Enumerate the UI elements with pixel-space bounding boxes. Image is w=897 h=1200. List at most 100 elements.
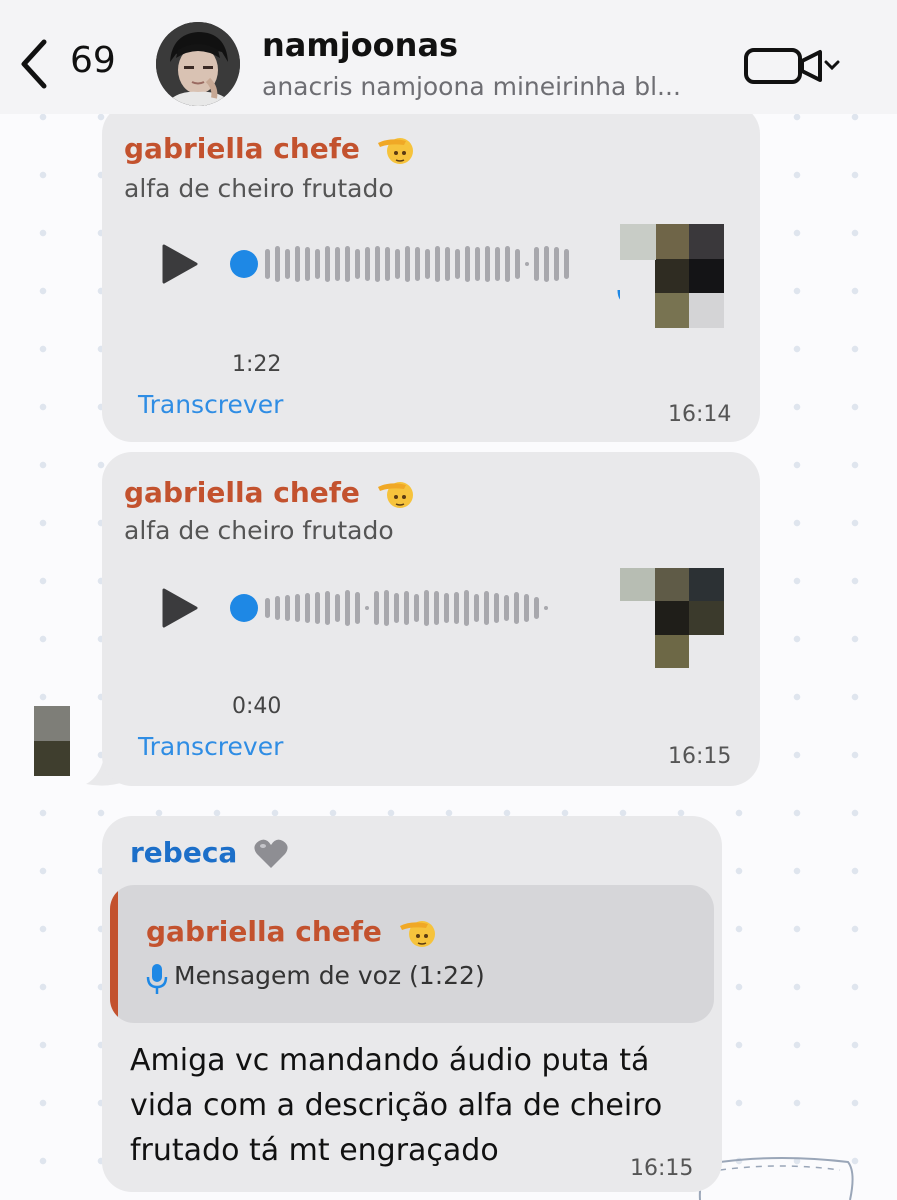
waveform-bar	[275, 596, 280, 620]
waveform-bar	[365, 606, 369, 610]
waveform-bar	[475, 247, 480, 281]
sender-name[interactable]: gabriella chefe	[124, 132, 414, 167]
quoted-text: Mensagem de voz (1:22)	[174, 961, 485, 990]
waveform-bar	[414, 594, 419, 622]
microphone-icon	[146, 964, 168, 994]
playhead[interactable]	[230, 250, 258, 278]
chat-header: 69 namjoonas anacris namjoona mineirinha…	[0, 0, 897, 114]
message-caption: alfa de cheiro frutado	[124, 516, 394, 545]
waveform-bar	[394, 593, 399, 623]
transcribe-button[interactable]: Transcrever	[138, 390, 283, 419]
waveform-bar	[444, 593, 449, 623]
waveform-bar	[415, 247, 420, 281]
waveform-bar	[295, 594, 300, 622]
waveform-bar	[524, 594, 529, 622]
waveform-bar	[504, 595, 509, 621]
waveform-bar	[454, 592, 459, 624]
sender-name[interactable]: rebeca	[130, 836, 289, 870]
waveform-bar	[465, 246, 470, 282]
quote-stripe	[110, 885, 118, 1023]
message-text: Amiga vc mandando áudio puta tá vida com…	[130, 1043, 663, 1168]
waveform-bar	[404, 591, 409, 625]
waveform-bar	[525, 262, 529, 266]
waveform-bar	[445, 247, 450, 281]
waveform-bar	[464, 590, 469, 626]
saluting-face-emoji	[377, 138, 413, 164]
sender-avatar-small[interactable]	[34, 706, 70, 776]
waveform-bar	[514, 592, 519, 624]
waveform-bar	[544, 246, 549, 282]
chevron-left-icon[interactable]	[16, 36, 56, 92]
waveform-bar	[395, 249, 400, 279]
message-time: 16:14	[668, 402, 732, 427]
waveform-bar	[355, 592, 360, 624]
voice-message-bubble[interactable]: gabriella chefe alfa de cheiro frutado 1…	[102, 104, 760, 442]
message-time: 16:15	[630, 1156, 694, 1181]
waveform-bar	[424, 590, 429, 626]
transcribe-button[interactable]: Transcrever	[138, 732, 283, 761]
waveform-bar	[505, 246, 510, 282]
grey-heart-emoji	[254, 839, 288, 868]
waveform-bar	[315, 592, 320, 624]
audio-duration: 1:22	[232, 352, 282, 377]
waveform-bar	[455, 249, 460, 279]
audio-waveform[interactable]	[230, 583, 548, 633]
audio-waveform[interactable]	[230, 239, 569, 289]
waveform-bar	[365, 247, 370, 281]
playhead[interactable]	[230, 594, 258, 622]
waveform-bar	[485, 246, 490, 282]
waveform-bar	[285, 249, 290, 279]
waveform-bar	[335, 247, 340, 281]
waveform-bar	[265, 249, 270, 279]
waveform-bar	[345, 246, 350, 282]
quoted-sender: gabriella chefe	[146, 915, 436, 950]
waveform-bar	[495, 247, 500, 281]
waveform-bar	[385, 247, 390, 281]
waveform-bar	[564, 249, 569, 279]
waveform-bar	[474, 594, 479, 622]
chevron-down-icon	[824, 60, 840, 71]
waveform-bar	[515, 249, 520, 279]
waveform-bar	[405, 246, 410, 282]
waveform-bar	[355, 249, 360, 279]
waveform-bar	[374, 591, 379, 625]
video-camera-icon[interactable]	[744, 44, 840, 88]
waveform-bar	[375, 246, 380, 282]
waveform-bar	[484, 591, 489, 625]
waveform-bar	[325, 246, 330, 282]
audio-duration: 0:40	[232, 694, 282, 719]
waveform-bar	[384, 590, 389, 626]
waveform-bar	[434, 591, 439, 625]
waveform-bar	[534, 597, 539, 619]
unread-count[interactable]: 69	[70, 40, 116, 81]
waveform-bar	[544, 606, 548, 610]
voice-message-bubble[interactable]: gabriella chefe alfa de cheiro frutado 0…	[102, 452, 760, 786]
play-icon[interactable]	[160, 242, 200, 286]
waveform-bar	[295, 246, 300, 282]
waveform-bar	[534, 247, 539, 281]
sender-name[interactable]: gabriella chefe	[124, 476, 414, 511]
avatar[interactable]	[156, 22, 240, 106]
waveform-bar	[554, 247, 559, 281]
saluting-face-emoji	[377, 482, 413, 508]
waveform-bar	[435, 246, 440, 282]
waveform-bar	[335, 594, 340, 622]
waveform-bar	[305, 593, 310, 623]
waveform-bar	[305, 247, 310, 281]
waveform-bar	[275, 246, 280, 282]
waveform-bar	[494, 593, 499, 623]
waveform-bar	[265, 598, 270, 618]
chat-subtitle[interactable]: anacris namjoona mineirinha bl...	[262, 72, 692, 101]
waveform-bar	[325, 591, 330, 625]
chat-title[interactable]: namjoonas	[262, 26, 458, 64]
waveform-bar	[425, 249, 430, 279]
waveform-bar	[345, 590, 350, 626]
waveform-bar	[285, 595, 290, 621]
sender-avatar	[620, 568, 724, 668]
message-time: 16:15	[668, 744, 732, 769]
waveform-bar	[315, 249, 320, 279]
message-caption: alfa de cheiro frutado	[124, 174, 394, 203]
quoted-reply[interactable]: gabriella chefe Mensagem de voz (1:22)	[110, 885, 714, 1023]
saluting-face-emoji	[399, 921, 435, 947]
play-icon[interactable]	[160, 586, 200, 630]
